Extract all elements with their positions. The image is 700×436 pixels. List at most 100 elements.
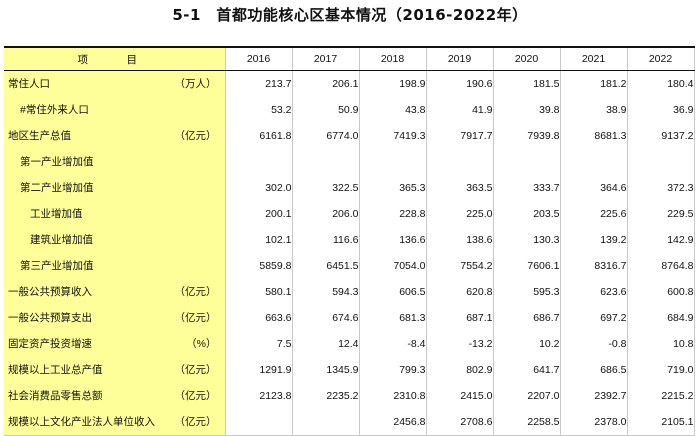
- table-row: 规模以上工业总产值 （亿元） 1291.9 1345.9 799.3 802.9 641.7…: [4, 357, 695, 383]
- row-name: 第一产业增加值: [20, 156, 94, 168]
- value-cell: [225, 149, 293, 175]
- value-cell: 674.6: [292, 305, 360, 331]
- header-year: 2022: [627, 46, 695, 71]
- value-cell: 53.2: [225, 97, 293, 123]
- value-cell: 606.5: [359, 279, 427, 305]
- value-cell: 43.8: [359, 97, 427, 123]
- value-cell: 2105.1: [627, 409, 695, 436]
- value-cell: 8764.8: [627, 253, 695, 279]
- header-year: 2019: [426, 46, 494, 71]
- value-cell: 130.3: [493, 227, 561, 253]
- value-cell: 181.5: [493, 70, 561, 97]
- row-unit: （万人）: [174, 78, 217, 90]
- value-cell: 687.1: [426, 305, 494, 331]
- row-label-cell: 规模以上工业总产值 （亿元）: [4, 357, 226, 383]
- value-cell: 10.2: [493, 331, 561, 357]
- value-cell: 681.3: [359, 305, 427, 331]
- table-row: 一般公共预算支出 （亿元） 663.6 674.6 681.3 687.1 686.7 697…: [4, 305, 695, 331]
- value-cell: 41.9: [426, 97, 494, 123]
- row-unit: （%）: [186, 338, 217, 350]
- value-cell: 686.5: [560, 357, 628, 383]
- value-cell: 203.5: [493, 201, 561, 227]
- table-row: 固定资产投资增速 （%） 7.5 12.4 -8.4 -13.2 10.2 -0.8 10.8: [4, 331, 695, 357]
- row-unit: （亿元）: [174, 286, 217, 298]
- header-item: 项 目: [4, 46, 226, 71]
- row-label-cell: 建筑业增加值: [4, 227, 226, 253]
- value-cell: 372.3: [627, 175, 695, 201]
- row-name: 常住人口: [8, 78, 50, 90]
- row-name: 建筑业增加值: [30, 234, 93, 246]
- value-cell: 198.9: [359, 70, 427, 97]
- row-name: 一般公共预算收入: [8, 286, 92, 298]
- table-row: 第二产业增加值 302.0 322.5 365.3 363.5 333.7 364.6 372…: [4, 175, 695, 201]
- value-cell: 36.9: [627, 97, 695, 123]
- value-cell: 8681.3: [560, 123, 628, 149]
- table-row: 建筑业增加值 102.1 116.6 136.6 138.6 130.3 139.2 142.…: [4, 227, 695, 253]
- value-cell: 2235.2: [292, 383, 360, 409]
- value-cell: 697.2: [560, 305, 628, 331]
- header-year: 2016: [225, 46, 293, 71]
- value-cell: -13.2: [426, 331, 494, 357]
- header-year: 2020: [493, 46, 561, 71]
- row-unit: （亿元）: [174, 364, 217, 376]
- value-cell: 225.6: [560, 201, 628, 227]
- row-label-cell: 社会消费品零售总额 （亿元）: [4, 383, 226, 409]
- value-cell: 136.6: [359, 227, 427, 253]
- row-name: 规模以上工业总产值: [8, 364, 103, 376]
- row-unit: （亿元）: [174, 390, 217, 402]
- row-unit: （亿元）: [174, 416, 217, 428]
- table-row: 一般公共预算收入 （亿元） 580.1 594.3 606.5 620.8 595.3 623…: [4, 279, 695, 305]
- value-cell: 365.3: [359, 175, 427, 201]
- header-year: 2021: [560, 46, 628, 71]
- value-cell: 594.3: [292, 279, 360, 305]
- value-cell: 7419.3: [359, 123, 427, 149]
- table-row: 第三产业增加值 5859.8 6451.5 7054.0 7554.2 7606.1 831…: [4, 253, 695, 279]
- value-cell: 595.3: [493, 279, 561, 305]
- row-name: 地区生产总值: [8, 130, 71, 142]
- value-cell: 2310.8: [359, 383, 427, 409]
- header-row: 项 目 2016 2017 2018 2019 2020 2021 2022: [4, 46, 695, 71]
- value-cell: 2378.0: [560, 409, 628, 436]
- value-cell: 2708.6: [426, 409, 494, 436]
- value-cell: 50.9: [292, 97, 360, 123]
- value-cell: 580.1: [225, 279, 293, 305]
- value-cell: 229.5: [627, 201, 695, 227]
- value-cell: 2207.0: [493, 383, 561, 409]
- table-row: 规模以上文化产业法人单位收入 （亿元） 2456.8 2708.6 2258.5 2378…: [4, 409, 695, 436]
- value-cell: 2415.0: [426, 383, 494, 409]
- value-cell: 6451.5: [292, 253, 360, 279]
- row-label-cell: 规模以上文化产业法人单位收入 （亿元）: [4, 409, 226, 436]
- value-cell: 9137.2: [627, 123, 695, 149]
- value-cell: 200.1: [225, 201, 293, 227]
- value-cell: 6774.0: [292, 123, 360, 149]
- value-cell: 6161.8: [225, 123, 293, 149]
- row-unit: （亿元）: [174, 130, 217, 142]
- row-label-cell: 地区生产总值 （亿元）: [4, 123, 226, 149]
- value-cell: 5859.8: [225, 253, 293, 279]
- header-year: 2017: [292, 46, 360, 71]
- value-cell: 2456.8: [359, 409, 427, 436]
- value-cell: 139.2: [560, 227, 628, 253]
- value-cell: 2123.8: [225, 383, 293, 409]
- row-label-cell: 常住人口 （万人）: [4, 70, 226, 97]
- row-name: 第二产业增加值: [20, 182, 94, 194]
- value-cell: 7606.1: [493, 253, 561, 279]
- value-cell: 7939.8: [493, 123, 561, 149]
- value-cell: 228.8: [359, 201, 427, 227]
- value-cell: 225.0: [426, 201, 494, 227]
- value-cell: [292, 409, 360, 436]
- value-cell: 623.6: [560, 279, 628, 305]
- value-cell: -0.8: [560, 331, 628, 357]
- value-cell: 719.0: [627, 357, 695, 383]
- value-cell: 7917.7: [426, 123, 494, 149]
- row-label-cell: 工业增加值: [4, 201, 226, 227]
- value-cell: 7054.0: [359, 253, 427, 279]
- value-cell: 8316.7: [560, 253, 628, 279]
- value-cell: 663.6: [225, 305, 293, 331]
- value-cell: [560, 149, 628, 175]
- value-cell: 641.7: [493, 357, 561, 383]
- row-name: 社会消费品零售总额: [8, 390, 103, 402]
- row-label-cell: 第一产业增加值: [4, 149, 226, 175]
- page-title: 5-1 首都功能核心区基本情况（2016-2022年）: [172, 6, 528, 24]
- value-cell: [359, 149, 427, 175]
